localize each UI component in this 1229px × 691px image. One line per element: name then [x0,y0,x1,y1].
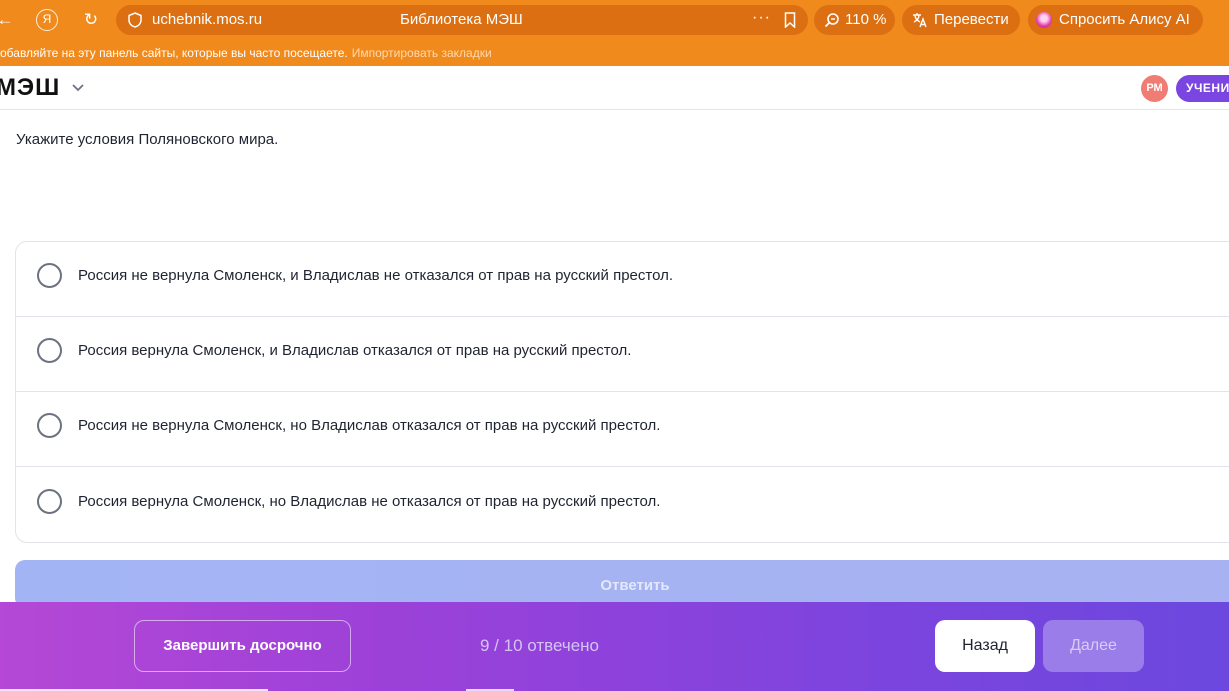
answer-option[interactable]: Россия не вернула Смоленск, но Владислав… [16,392,1229,467]
zoom-level: 110 % [845,11,887,28]
alice-icon [1036,12,1052,28]
address-bar[interactable]: uchebnik.mos.ru Библиотека МЭШ ··· [116,5,808,35]
translate-label: Перевести [934,11,1009,28]
test-footer: Завершить досрочно 9 / 10 отвечено Назад… [0,602,1229,691]
chevron-down-icon[interactable] [70,79,86,95]
option-label: Россия вернула Смоленск, но Владислав не… [78,493,661,510]
reload-icon[interactable]: ↻ [80,9,102,31]
answer-options: Россия не вернула Смоленск, и Владислав … [15,241,1229,543]
option-label: Россия не вернула Смоленск, но Владислав… [78,417,661,434]
page-tab-title: Библиотека МЭШ [400,11,523,28]
back-button[interactable]: Назад [935,620,1035,672]
radio-button[interactable] [37,489,62,514]
role-button[interactable]: УЧЕНИК [1176,75,1229,102]
zoom-icon [824,13,839,28]
radio-button[interactable] [37,338,62,363]
back-arrow-icon[interactable]: ← [0,9,16,31]
alice-label: Спросить Алису AI [1059,11,1190,28]
question-text: Укажите условия Поляновского мира. [16,131,279,148]
radio-button[interactable] [37,413,62,438]
bookmark-icon[interactable] [784,12,796,28]
translate-icon [913,13,927,28]
answer-option[interactable]: Россия вернула Смоленск, но Владислав не… [16,467,1229,542]
avatar[interactable]: РМ [1141,75,1168,102]
answer-option[interactable]: Россия вернула Смоленск, и Владислав отк… [16,317,1229,392]
option-label: Россия вернула Смоленск, и Владислав отк… [78,342,632,359]
option-label: Россия не вернула Смоленск, и Владислав … [78,267,674,284]
import-bookmarks-link[interactable]: Импортировать закладки [352,46,492,60]
ask-alice-button[interactable]: Спросить Алису AI [1028,5,1203,35]
zoom-button[interactable]: 110 % [814,5,895,35]
more-icon[interactable]: ··· [752,9,771,27]
submit-answer-button[interactable]: Ответить [15,560,1229,608]
radio-button[interactable] [37,263,62,288]
bookmarks-hint: обавляйте на эту панель сайты, которые в… [0,46,348,60]
browser-nav-bar: ← Я ↻ uchebnik.mos.ru Библиотека МЭШ ···… [0,0,1229,40]
shield-icon [128,12,142,28]
site-header: МЭШ РМ УЧЕНИК [0,66,1229,110]
progress-counter: 9 / 10 отвечено [480,636,600,655]
logo[interactable]: МЭШ [0,74,60,102]
answer-option[interactable]: Россия не вернула Смоленск, и Владислав … [16,242,1229,317]
address-url[interactable]: uchebnik.mos.ru [152,11,262,29]
finish-early-button[interactable]: Завершить досрочно [134,620,351,672]
browser-toolbar: ← Я ↻ uchebnik.mos.ru Библиотека МЭШ ···… [0,0,1229,66]
yandex-icon[interactable]: Я [36,9,58,31]
translate-button[interactable]: Перевести [902,5,1020,35]
bookmarks-bar: обавляйте на эту панель сайты, которые в… [0,44,492,62]
next-button[interactable]: Далее [1043,620,1144,672]
